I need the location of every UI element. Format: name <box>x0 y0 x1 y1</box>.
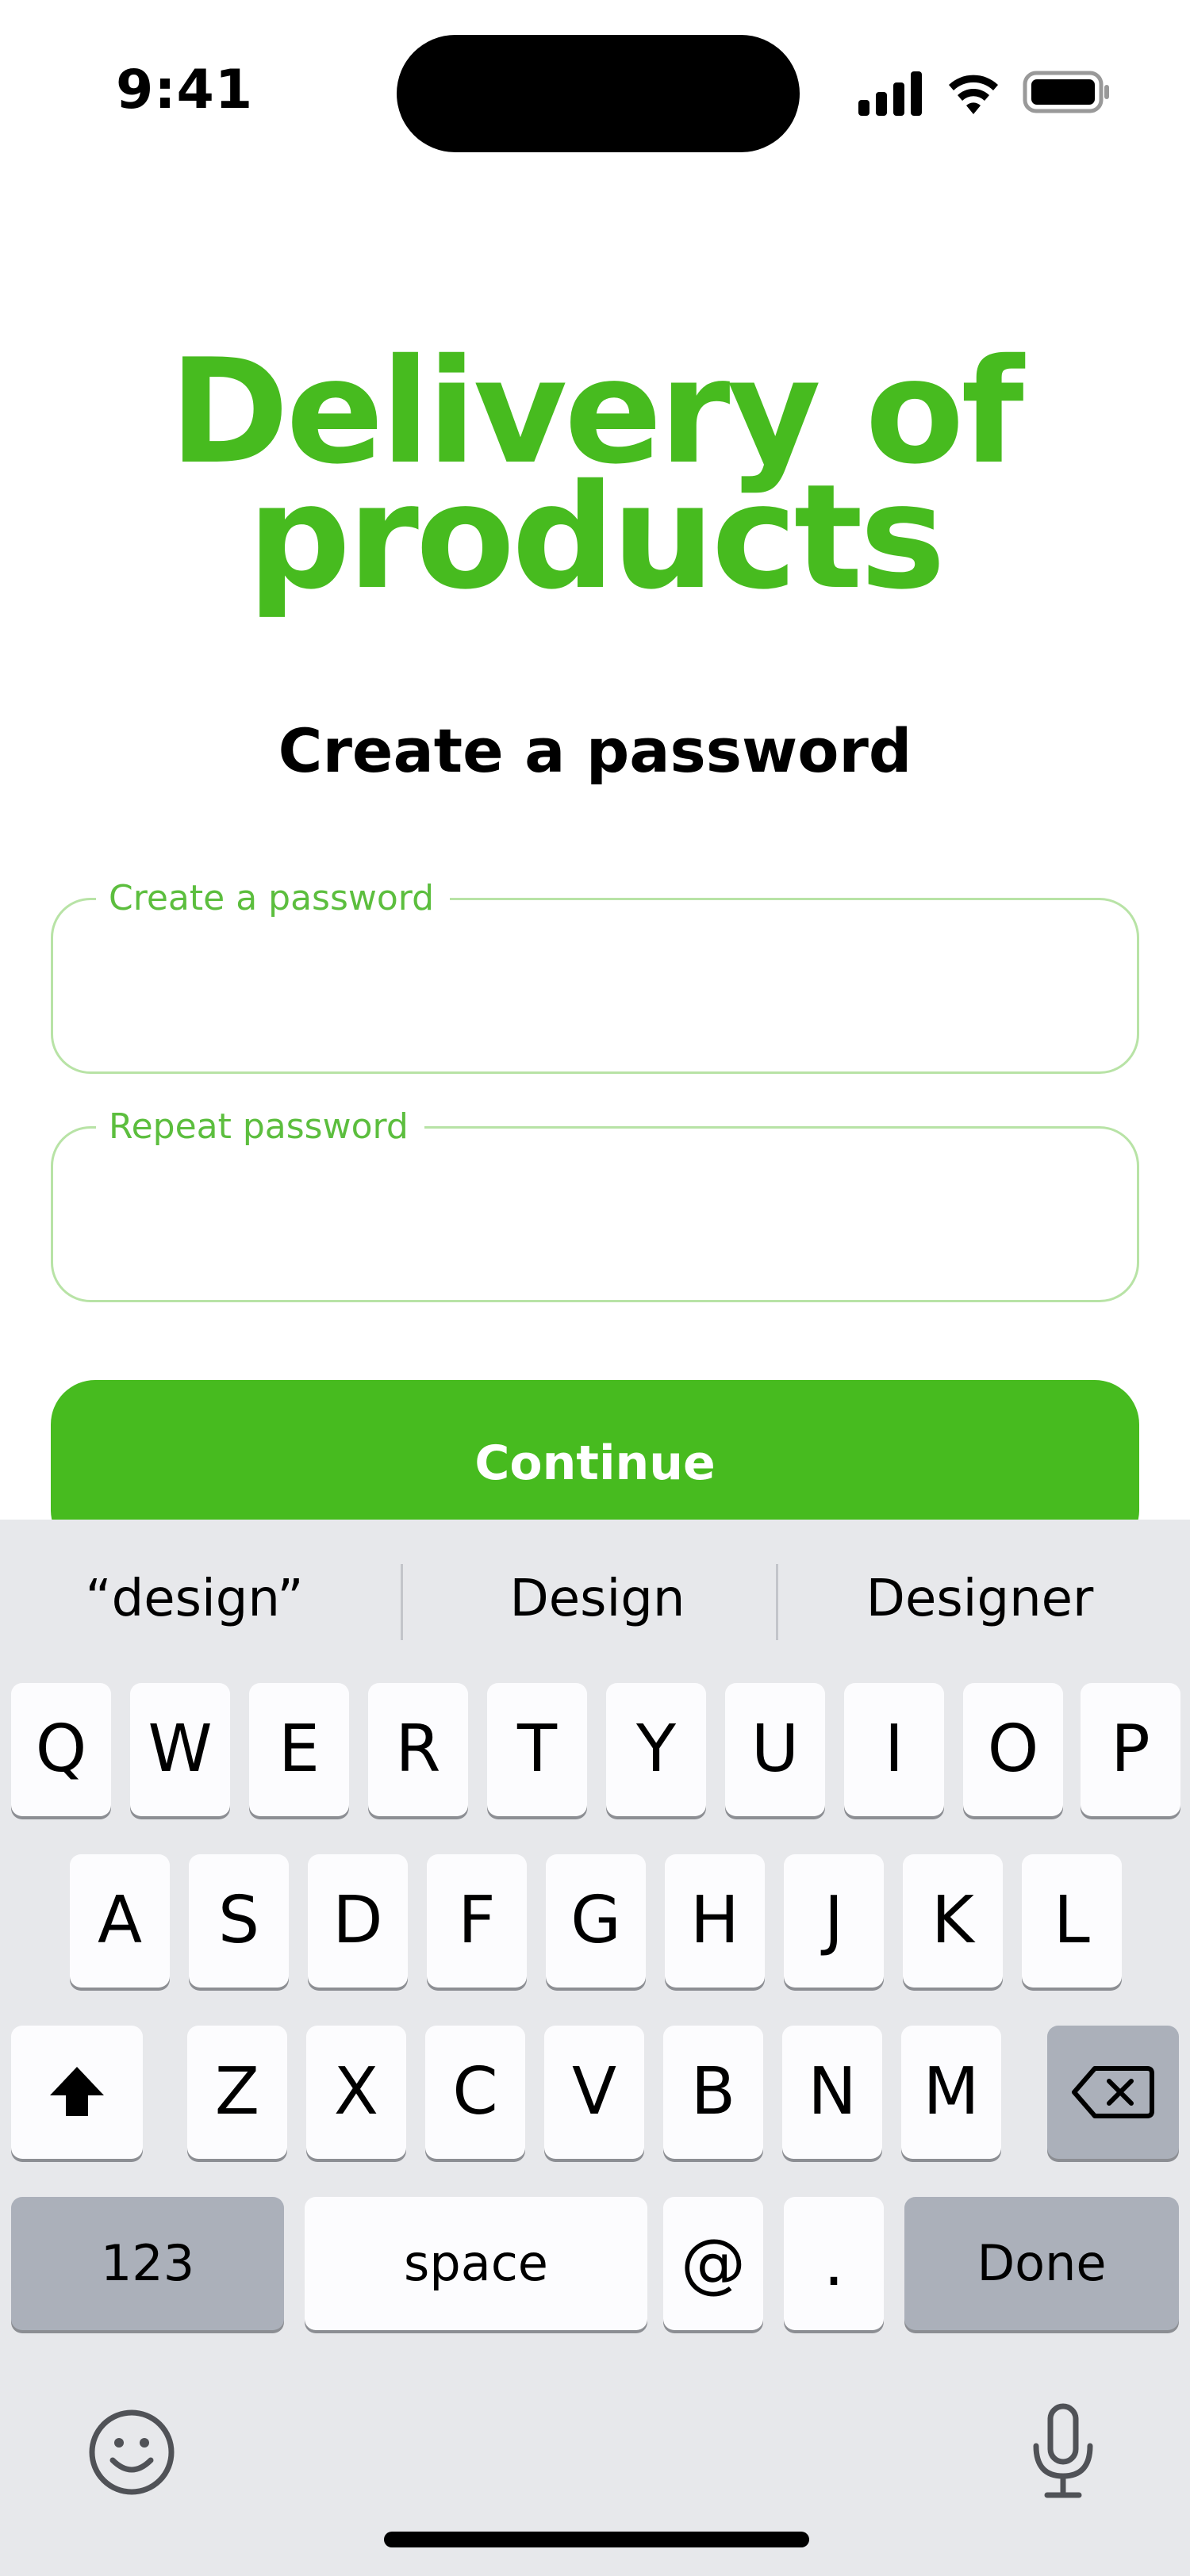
microphone-icon[interactable] <box>1030 2403 1096 2501</box>
key-t[interactable]: T <box>487 1683 587 1816</box>
backspace-key[interactable] <box>1047 2026 1179 2159</box>
battery-icon <box>1023 71 1109 113</box>
key-u[interactable]: U <box>725 1683 825 1816</box>
suggestion-2[interactable]: Design <box>403 1559 792 1639</box>
suggestion-bar: “design” Design Designer <box>0 1520 1190 1681</box>
create-password-label: Create a password <box>96 875 451 922</box>
key-o[interactable]: O <box>963 1683 1063 1816</box>
repeat-password-label: Repeat password <box>96 1103 424 1151</box>
backspace-icon <box>1072 2066 1154 2118</box>
key-n[interactable]: N <box>782 2026 882 2159</box>
wifi-icon <box>949 75 998 114</box>
key-s[interactable]: S <box>189 1854 289 1988</box>
key-a[interactable]: A <box>70 1854 170 1988</box>
at-key[interactable]: @ <box>663 2197 763 2330</box>
repeat-password-input[interactable] <box>85 1176 1105 1255</box>
emoji-icon[interactable] <box>86 2406 178 2498</box>
home-indicator <box>384 2532 809 2547</box>
key-k[interactable]: K <box>903 1854 1003 1988</box>
key-e[interactable]: E <box>249 1683 349 1816</box>
numbers-key[interactable]: 123 <box>11 2197 284 2330</box>
shift-icon <box>50 2067 104 2116</box>
status-icons <box>858 71 1109 116</box>
space-key[interactable]: space <box>305 2197 647 2330</box>
key-j[interactable]: J <box>784 1854 884 1988</box>
shift-key[interactable] <box>11 2026 143 2159</box>
key-h[interactable]: H <box>665 1854 765 1988</box>
create-password-field[interactable]: Create a password <box>51 875 1139 1074</box>
key-d[interactable]: D <box>308 1854 408 1988</box>
suggestion-divider <box>776 1564 778 1640</box>
repeat-password-field[interactable]: Repeat password <box>51 1103 1139 1302</box>
key-i[interactable]: I <box>844 1683 944 1816</box>
key-l[interactable]: L <box>1022 1854 1122 1988</box>
create-password-input[interactable] <box>85 948 1105 1027</box>
key-w[interactable]: W <box>130 1683 230 1816</box>
key-b[interactable]: B <box>663 2026 763 2159</box>
key-v[interactable]: V <box>544 2026 644 2159</box>
key-q[interactable]: Q <box>11 1683 111 1816</box>
dynamic-island <box>397 35 800 152</box>
key-g[interactable]: G <box>546 1854 646 1988</box>
key-x[interactable]: X <box>306 2026 406 2159</box>
key-y[interactable]: Y <box>606 1683 706 1816</box>
screen: 9:41 Delivery of products Create a passw… <box>0 0 1190 2576</box>
app-title: Delivery of products <box>0 339 1190 609</box>
suggestion-3[interactable]: Designer <box>785 1559 1174 1639</box>
suggestion-1[interactable]: “design” <box>0 1559 389 1639</box>
cellular-signal-icon <box>858 71 922 116</box>
key-p[interactable]: P <box>1081 1683 1180 1816</box>
status-time: 9:41 <box>116 59 254 121</box>
keyboard: “design” Design Designer Q W E R T Y U I… <box>0 1520 1190 2576</box>
key-c[interactable]: C <box>425 2026 525 2159</box>
page-subtitle: Create a password <box>278 715 912 786</box>
dot-key[interactable]: . <box>784 2197 884 2330</box>
key-r[interactable]: R <box>368 1683 468 1816</box>
key-m[interactable]: M <box>901 2026 1001 2159</box>
done-key[interactable]: Done <box>904 2197 1179 2330</box>
key-z[interactable]: Z <box>187 2026 287 2159</box>
key-f[interactable]: F <box>427 1854 527 1988</box>
